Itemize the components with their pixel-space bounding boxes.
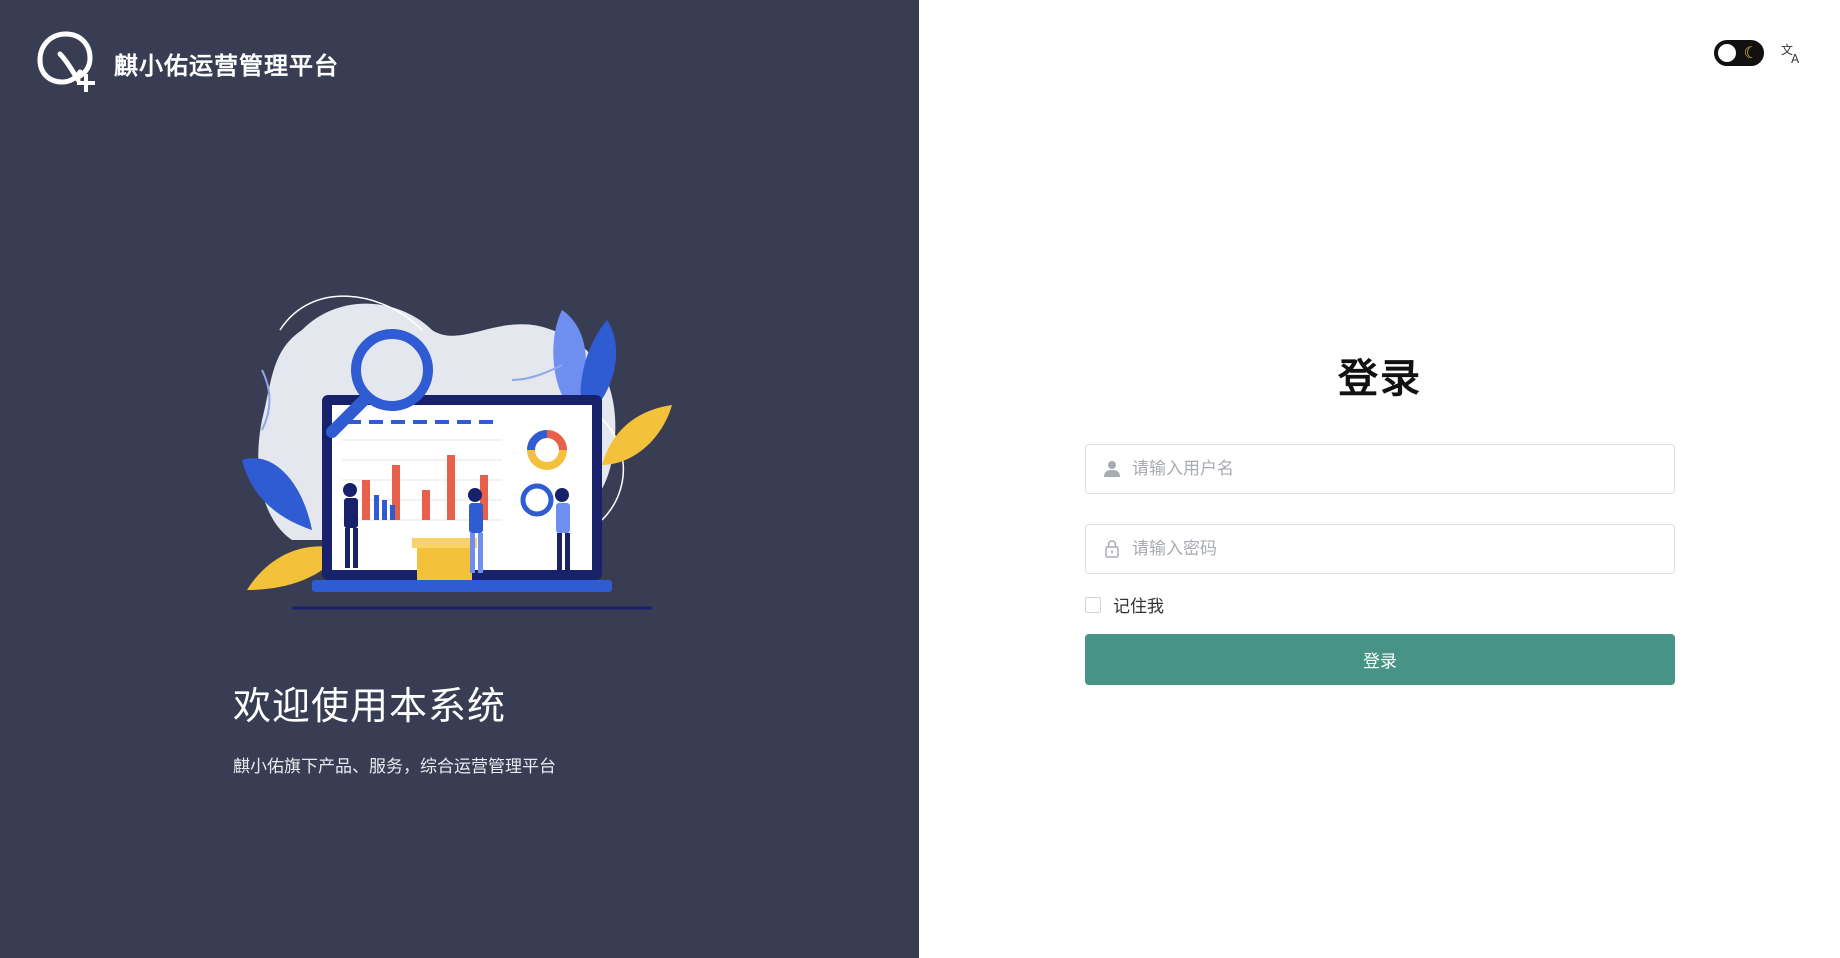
remember-checkbox[interactable] xyxy=(1085,596,1101,613)
moon-icon: ☾ xyxy=(1743,43,1758,62)
top-actions: ☾ 文 A xyxy=(1714,40,1804,66)
q-plus-logo-icon xyxy=(37,31,95,92)
remember-label: 记住我 xyxy=(1113,597,1164,617)
welcome-title: 欢迎使用本系统 xyxy=(233,684,507,728)
translate-icon[interactable]: 文 A xyxy=(1780,41,1804,65)
brand: 麒小佑运营管理平台 xyxy=(36,30,339,96)
user-icon xyxy=(1104,461,1120,477)
svg-text:A: A xyxy=(1791,52,1800,65)
password-field xyxy=(1085,524,1675,574)
brand-title: 麒小佑运营管理平台 xyxy=(114,51,339,80)
theme-toggle[interactable]: ☾ xyxy=(1714,40,1764,66)
login-title: 登录 xyxy=(1338,356,1422,402)
lock-icon xyxy=(1105,540,1119,558)
left-panel: 麒小佑运营管理平台 欢迎使用本系统 麒小佑旗下产品、服务，综合运营管理平台 xyxy=(0,0,919,958)
login-form: 登录 记住我 登录 xyxy=(1085,346,1675,685)
right-panel: ☾ 文 A 登录 请输入用户名 记住我 登录 xyxy=(919,0,1840,958)
password-input[interactable] xyxy=(1130,524,1674,574)
dashboard-illustration xyxy=(242,295,672,610)
login-page: 麒小佑运营管理平台 欢迎使用本系统 麒小佑旗下产品、服务，综合运营管理平台 ☾ … xyxy=(0,0,1840,958)
remember-me[interactable]: 记住我 xyxy=(1085,592,1164,617)
login-button[interactable]: 登录 xyxy=(1085,634,1675,685)
username-input[interactable] xyxy=(1130,444,1674,494)
toggle-knob xyxy=(1718,44,1736,62)
username-field xyxy=(1085,444,1675,494)
welcome-subtitle: 麒小佑旗下产品、服务，综合运营管理平台 xyxy=(233,757,556,777)
